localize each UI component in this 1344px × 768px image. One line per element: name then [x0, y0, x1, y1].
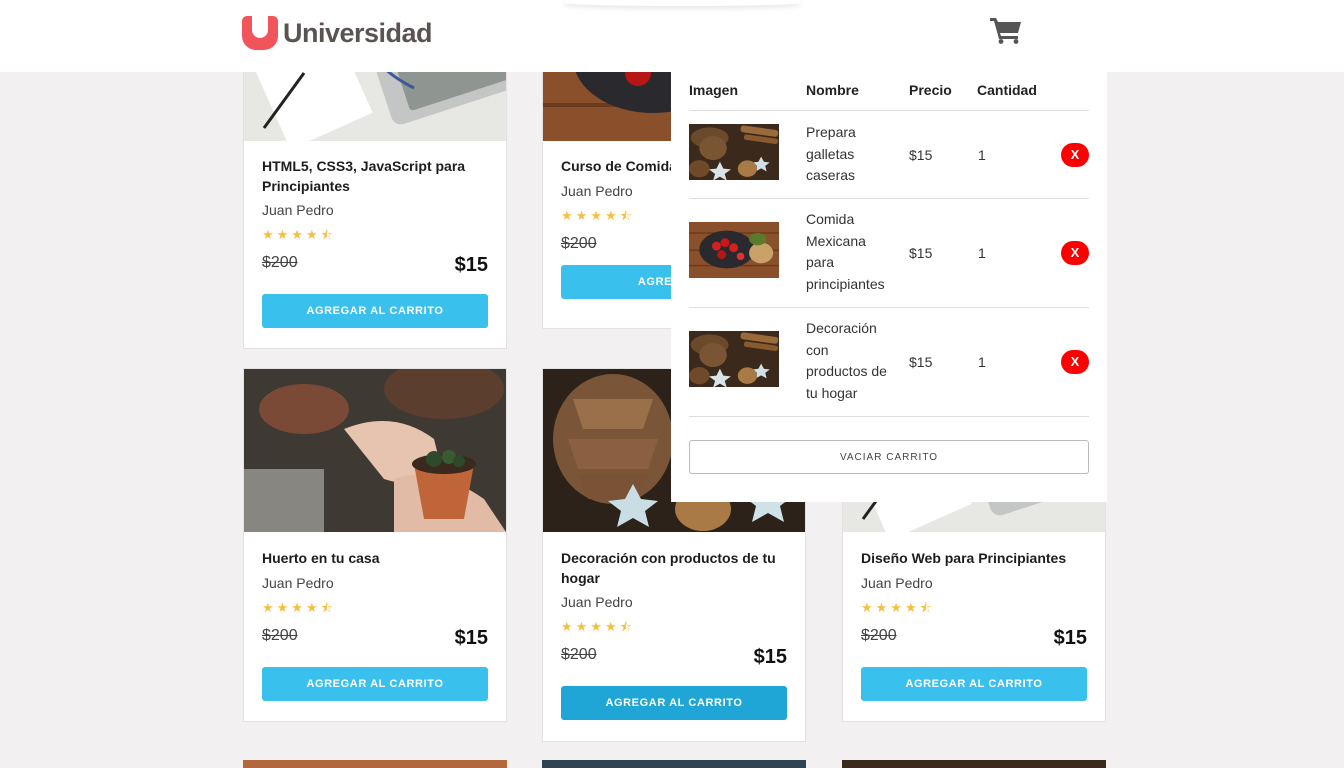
logo-text: Universidad [283, 17, 433, 48]
course-title: Huerto en tu casa [262, 550, 380, 566]
course-author: Juan Pedro [561, 594, 633, 610]
logo-mark-icon [242, 16, 278, 50]
add-to-cart-button[interactable]: AGREGAR AL CARRITO [262, 666, 488, 701]
cart-item-name: Comida Mexicana para principiantes [806, 211, 885, 292]
cart-item-quantity: 1 [978, 354, 986, 370]
cart-item: Prepara galletas caseras $15 1 X [689, 112, 1089, 199]
current-price: $15 [454, 626, 488, 649]
course-title: Diseño Web para Principiantes [861, 550, 1067, 566]
old-price: $200 [561, 646, 597, 663]
course-title: HTML5, CSS3, JavaScript para Principiant… [262, 158, 466, 194]
course-author: Juan Pedro [262, 202, 334, 218]
rating-stars-icon: ★★★★⯪ [561, 619, 635, 634]
header-image: Imagen [689, 82, 739, 98]
cart-table-header: Imagen Nombre Precio Cantidad [689, 80, 1089, 111]
remove-item-button[interactable]: X [1061, 241, 1089, 265]
add-to-cart-button[interactable]: AGREGAR AL CARRITO [561, 686, 787, 720]
course-prices: $200 $15 [861, 623, 1087, 655]
cart-item-name: Decoración con productos de tu hogar [806, 320, 887, 401]
site-header: Universidad [0, 0, 1344, 72]
header-shadow [565, 0, 800, 6]
rating-stars-icon: ★★★★⯪ [262, 599, 336, 615]
old-price: $200 [561, 234, 597, 252]
cart-item-image [689, 331, 779, 387]
old-price: $200 [262, 626, 298, 644]
empty-cart-button[interactable]: VACIAR CARRITO [689, 440, 1089, 474]
cart-item-price: $15 [909, 354, 933, 370]
current-price: $15 [1053, 626, 1087, 649]
course-prices: $200 $15 [262, 623, 488, 655]
remove-item-button[interactable]: X [1061, 350, 1089, 374]
cart-item-name: Prepara galletas caseras [806, 124, 856, 183]
course-card: Huerto en tu casa Juan Pedro ★★★★⯪ $200 … [243, 368, 507, 722]
course-card-partial [542, 760, 806, 768]
cart-item: Decoración con productos de tu hogar $15… [689, 308, 1089, 417]
remove-item-button[interactable]: X [1061, 143, 1089, 167]
cart-item-price: $15 [909, 245, 933, 261]
course-author: Juan Pedro [262, 574, 334, 591]
current-price: $15 [753, 646, 787, 668]
cart-item-price: $15 [909, 147, 933, 163]
logo[interactable]: Universidad [242, 16, 433, 50]
header-quantity: Cantidad [977, 82, 1037, 98]
shopping-cart-icon[interactable] [990, 16, 1022, 44]
cart-item-quantity: 1 [978, 245, 986, 261]
cart-item-image [689, 222, 779, 278]
cart-item-image [689, 124, 779, 180]
cart-item-quantity: 1 [978, 147, 986, 163]
course-prices: $200 $15 [262, 250, 488, 282]
rating-stars-icon: ★★★★⯪ [861, 599, 935, 615]
course-title: Decoración con productos de tu hogar [561, 550, 776, 586]
course-author: Juan Pedro [861, 574, 933, 591]
course-card-body: Decoración con productos de tu hogar Jua… [561, 549, 787, 720]
add-to-cart-button[interactable]: AGREGAR AL CARRITO [262, 294, 488, 328]
rating-stars-icon: ★★★★⯪ [262, 227, 336, 242]
course-image [244, 369, 506, 532]
course-card-body: HTML5, CSS3, JavaScript para Principiant… [262, 157, 488, 328]
course-prices: $200 $15 [561, 642, 787, 674]
current-price: $15 [454, 254, 488, 276]
header-name: Nombre [806, 82, 859, 98]
course-card-body: Huerto en tu casa Juan Pedro ★★★★⯪ $200 … [262, 549, 488, 701]
course-card-partial [842, 760, 1106, 768]
course-card-partial [243, 760, 507, 768]
header-price: Precio [909, 82, 952, 98]
course-card-body: Diseño Web para Principiantes Juan Pedro… [861, 549, 1087, 701]
old-price: $200 [861, 626, 897, 644]
cart-item: Comida Mexicana para principiantes $15 1… [689, 199, 1089, 308]
old-price: $200 [262, 254, 298, 271]
add-to-cart-button[interactable]: AGREGAR AL CARRITO [861, 666, 1087, 701]
cart-dropdown: Imagen Nombre Precio Cantidad Prepara ga… [671, 72, 1107, 502]
